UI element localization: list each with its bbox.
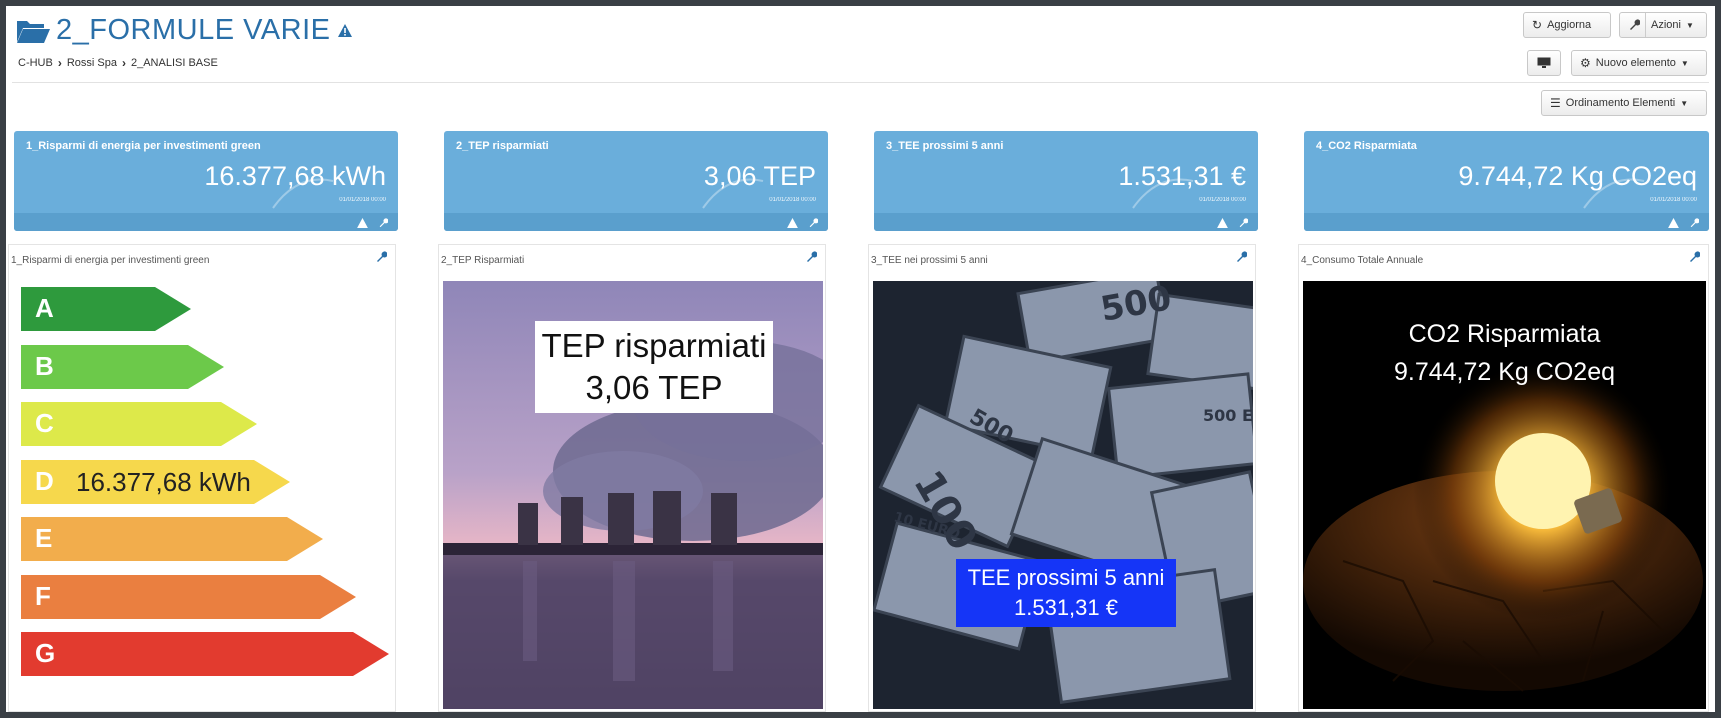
energy-class-bar-a: A xyxy=(21,287,191,331)
energy-class-bar-f: F xyxy=(21,574,356,619)
widget-label: 2_TEP Risparmiati xyxy=(441,255,525,266)
wrench-icon[interactable] xyxy=(1235,251,1247,263)
order-elements-label: Ordinamento Elementi xyxy=(1565,97,1676,109)
wrench-icon[interactable] xyxy=(375,251,387,263)
kpi-label: 2_TEP risparmiati xyxy=(456,140,549,152)
order-elements-button[interactable]: ☰ Ordinamento Elementi ▼ xyxy=(1541,90,1707,116)
kpi-date: 01/01/2018 00:00 xyxy=(1650,197,1697,203)
energy-class-letter: D xyxy=(35,465,54,496)
wrench-icon[interactable] xyxy=(805,251,817,263)
tee-overlay: TEE prossimi 5 anni 1.531,31 € xyxy=(956,559,1176,627)
energy-class-letter: G xyxy=(35,638,56,668)
kpi-footer xyxy=(14,213,398,231)
gear-icon: ⚙ xyxy=(1580,56,1591,70)
wrench-icon[interactable] xyxy=(1238,218,1248,228)
refresh-icon: ↻ xyxy=(1532,18,1543,32)
kpi-label: 1_Risparmi di energia per investimenti g… xyxy=(26,140,261,152)
banknotes-image: 500 500 100 500 EU 10 EURO TEE prossimi … xyxy=(873,281,1253,709)
kpi-date: 01/01/2018 00:00 xyxy=(1199,197,1246,203)
overlay-value: 9.744,72 Kg CO2eq xyxy=(1394,358,1615,386)
caret-down-icon: ▼ xyxy=(1685,20,1694,30)
breadcrumb: C-HUB › Rossi Spa › 2_ANALISI BASE xyxy=(18,56,218,70)
chevron-right-icon: › xyxy=(57,56,62,70)
actions-button[interactable]: Azioni ▼ xyxy=(1619,12,1707,38)
energy-class-letter: C xyxy=(35,408,54,438)
kpi-value: 3,06 TEP xyxy=(703,161,816,191)
widget-label: 3_TEE nei prossimi 5 anni xyxy=(871,255,988,266)
widget-tee: 3_TEE nei prossimi 5 anni 500 500 100 50… xyxy=(868,244,1256,712)
kpi-value: 16.377,68 kWh xyxy=(204,161,386,191)
energy-class-bar-d: D 16.377,68 kWh xyxy=(21,459,290,504)
new-element-label: Nuovo elemento xyxy=(1595,57,1676,69)
title-row: 2_FORMULE VARIE xyxy=(16,14,353,47)
widget-label: 4_Consumo Totale Annuale xyxy=(1301,255,1424,266)
dashboard-page: 2_FORMULE VARIE C-HUB › Rossi Spa › 2_AN… xyxy=(6,6,1715,712)
widget-label: 1_Risparmi di energia per investimenti g… xyxy=(11,255,210,266)
kpi-card-tee[interactable]: 3_TEE prossimi 5 anni 1.531,31 € 01/01/2… xyxy=(874,131,1258,231)
warning-icon[interactable] xyxy=(338,24,353,37)
page-title: 2_FORMULE VARIE xyxy=(56,14,331,46)
wrench-icon[interactable] xyxy=(378,218,388,228)
energy-class-bar-e: E xyxy=(21,517,323,561)
wrench-icon[interactable] xyxy=(1689,218,1699,228)
power-plant-image: TEP risparmiati 3,06 TEP xyxy=(443,281,823,709)
widget-tep: 2_TEP Risparmiati TEP risparmiati 3,06 T… xyxy=(438,244,826,712)
kpi-label: 3_TEE prossimi 5 anni xyxy=(886,140,1004,152)
monitor-button[interactable] xyxy=(1527,50,1561,76)
co2-overlay: CO2 Risparmiata 9.744,72 Kg CO2eq xyxy=(1303,315,1706,391)
energy-class-letter: A xyxy=(35,293,54,323)
list-icon: ☰ xyxy=(1550,96,1561,110)
caret-down-icon: ▼ xyxy=(1680,58,1689,68)
warning-icon[interactable] xyxy=(357,218,368,228)
kpi-date: 01/01/2018 00:00 xyxy=(339,197,386,203)
chevron-right-icon: › xyxy=(121,56,126,70)
wrench-icon[interactable] xyxy=(808,218,818,228)
breadcrumb-item-company[interactable]: Rossi Spa xyxy=(67,57,117,69)
lightbulb-image: CO2 Risparmiata 9.744,72 Kg CO2eq xyxy=(1303,281,1706,709)
kpi-label: 4_CO2 Risparmiata xyxy=(1316,140,1417,152)
refresh-button[interactable]: ↻ Aggiorna xyxy=(1523,12,1611,38)
kpi-footer xyxy=(1304,213,1709,231)
tep-overlay: TEP risparmiati 3,06 TEP xyxy=(535,321,773,413)
folder-open-icon xyxy=(17,20,50,43)
widget-energy-classes: 1_Risparmi di energia per investimenti g… xyxy=(8,244,396,712)
energy-class-bar-b: B xyxy=(21,344,224,389)
kpi-value: 1.531,31 € xyxy=(1118,161,1246,191)
overlay-title: TEE prossimi 5 anni xyxy=(967,565,1165,590)
warning-icon[interactable] xyxy=(1217,218,1228,228)
warning-icon[interactable] xyxy=(787,218,798,228)
energy-class-letter: E xyxy=(35,523,53,553)
widget-co2: 4_Consumo Totale Annuale CO2 Risparmiata… xyxy=(1298,244,1709,712)
svg-text:500 EU: 500 EU xyxy=(1203,406,1253,425)
overlay-title: CO2 Risparmiata xyxy=(1408,320,1601,348)
breadcrumb-item-analysis[interactable]: 2_ANALISI BASE xyxy=(131,57,218,69)
refresh-label: Aggiorna xyxy=(1547,19,1592,31)
wrench-icon xyxy=(1630,19,1640,30)
kpi-card-tep[interactable]: 2_TEP risparmiati 3,06 TEP 01/01/2018 00… xyxy=(444,131,828,231)
kpi-card-energy[interactable]: 1_Risparmi di energia per investimenti g… xyxy=(14,131,398,231)
energy-class-letter: F xyxy=(35,580,51,611)
overlay-value: 3,06 TEP xyxy=(585,369,723,406)
energy-class-bar-g: G xyxy=(21,632,389,676)
energy-reading: 16.377,68 kWh xyxy=(76,466,251,497)
overlay-value: 1.531,31 € xyxy=(1014,595,1118,620)
breadcrumb-item-chub[interactable]: C-HUB xyxy=(18,57,53,69)
actions-label: Azioni xyxy=(1651,19,1681,31)
kpi-card-co2[interactable]: 4_CO2 Risparmiata 9.744,72 Kg CO2eq 01/0… xyxy=(1304,131,1709,231)
kpi-footer xyxy=(444,213,828,231)
kpi-date: 01/01/2018 00:00 xyxy=(769,197,816,203)
wrench-icon[interactable] xyxy=(1688,251,1700,263)
kpi-footer xyxy=(874,213,1258,231)
header-divider xyxy=(12,82,1709,83)
energy-class-letter: B xyxy=(35,350,54,381)
warning-icon[interactable] xyxy=(1668,218,1679,228)
caret-down-icon: ▼ xyxy=(1680,98,1689,108)
monitor-icon xyxy=(1537,57,1551,68)
kpi-value: 9.744,72 Kg CO2eq xyxy=(1458,161,1697,191)
new-element-button[interactable]: ⚙ Nuovo elemento ▼ xyxy=(1571,50,1707,76)
overlay-title: TEP risparmiati xyxy=(541,327,767,364)
energy-class-bar-c: C xyxy=(21,402,257,446)
